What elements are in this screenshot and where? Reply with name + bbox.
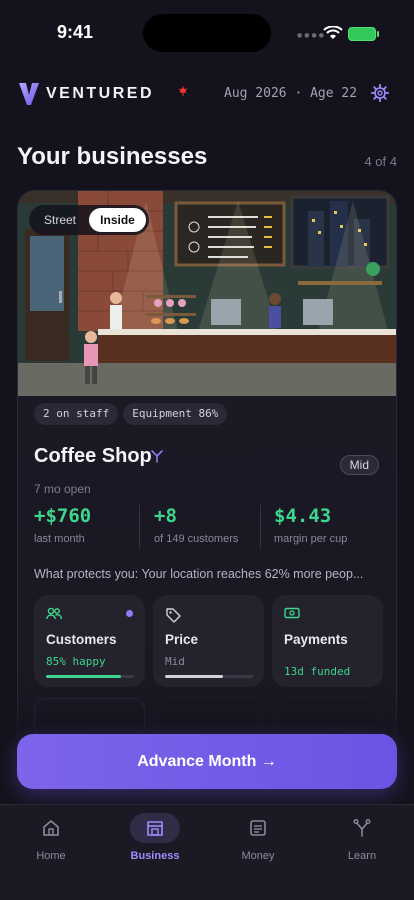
staff-chip: 2 on staff <box>34 403 119 425</box>
business-pager: 4 of 4 <box>364 154 397 169</box>
price-level: Mid <box>165 655 185 668</box>
battery-icon <box>348 27 376 41</box>
payments-title: Payments <box>284 632 348 647</box>
app-header: VENTURED Aug 2026 · Age 22 <box>0 78 414 110</box>
tab-home[interactable]: Home <box>11 813 91 873</box>
status-bar: 9:41 ●●●● <box>0 0 414 64</box>
tab-business-label: Business <box>130 850 180 862</box>
margin-value: $4.43 <box>274 505 332 527</box>
people-icon <box>46 607 62 620</box>
customers-value: +8 <box>154 505 177 527</box>
alert-dot <box>126 610 133 617</box>
business-name: Coffee Shop <box>34 445 152 467</box>
tab-business-icon-wrap <box>130 813 180 843</box>
tab-learn[interactable]: Learn <box>322 813 402 873</box>
maple-leaf-icon <box>179 86 187 96</box>
stat-divider <box>260 505 261 549</box>
branch-icon <box>151 450 163 463</box>
advance-month-button[interactable]: Advance Month → <box>17 734 397 789</box>
tab-home-icon-wrap <box>26 813 76 843</box>
wifi-icon <box>323 26 343 39</box>
customers-happiness: 85% happy <box>46 655 106 668</box>
signal-icon: ●●●● <box>297 32 326 39</box>
price-tile[interactable]: Price Mid <box>153 595 264 687</box>
stat-divider <box>139 505 140 549</box>
page-title: Your businesses <box>17 143 208 170</box>
branch-icon <box>353 819 371 837</box>
tab-home-label: Home <box>36 850 66 862</box>
dynamic-island <box>143 14 271 52</box>
payments-runway: 13d funded <box>284 665 351 678</box>
store-icon <box>147 821 163 836</box>
scene-toggle: Street Inside <box>29 205 149 235</box>
tab-money[interactable]: Money <box>218 813 298 873</box>
tab-money-icon-wrap <box>233 813 283 843</box>
happiness-bar <box>46 675 134 678</box>
street-toggle[interactable]: Street <box>33 208 87 232</box>
battery-nub <box>377 31 379 37</box>
logo-icon <box>19 83 39 105</box>
tier-badge: Mid <box>339 455 379 475</box>
tab-business[interactable]: Business <box>115 813 195 873</box>
margin-label: margin per cup <box>274 533 348 545</box>
brand-name: VENTURED <box>46 85 155 102</box>
tab-learn-icon-wrap <box>337 813 387 843</box>
payments-tile[interactable]: Payments 13d funded <box>272 595 383 687</box>
home-icon <box>43 820 59 836</box>
customers-title: Customers <box>46 632 117 647</box>
tab-learn-label: Learn <box>347 850 377 862</box>
tab-money-label: Money <box>241 850 275 862</box>
margin-stat: $4.43 margin per cup <box>274 505 347 549</box>
customers-stat: +8 of 149 customers <box>154 505 238 549</box>
info-chips: 2 on staff Equipment 86% <box>34 402 232 425</box>
protection-note: What protects you: Your location reaches… <box>34 567 364 581</box>
ledger-icon <box>250 820 266 836</box>
customers-tile[interactable]: Customers 85% happy <box>34 595 145 687</box>
customers-label: of 149 customers <box>154 533 239 545</box>
price-fill <box>165 675 224 678</box>
bottom-tab-bar: Home Business Money Learn <box>0 804 414 900</box>
tag-icon <box>166 608 181 623</box>
settings-icon[interactable] <box>371 84 389 102</box>
business-stats: +$760 last month +8 of 149 customers $4.… <box>34 505 384 549</box>
profit-label: last month <box>34 533 85 545</box>
status-time: 9:41 <box>57 22 94 42</box>
open-duration: 7 mo open <box>34 482 91 496</box>
profit-value: +$760 <box>34 505 92 527</box>
inside-toggle[interactable]: Inside <box>89 208 146 232</box>
happiness-fill <box>46 675 121 678</box>
price-title: Price <box>165 632 199 647</box>
profit-stat: +$760 last month <box>34 505 91 549</box>
cash-icon <box>284 607 300 619</box>
date-age-label: Aug 2026 · Age 22 <box>224 86 358 101</box>
price-bar <box>165 675 253 678</box>
equipment-chip: Equipment 86% <box>123 403 228 425</box>
